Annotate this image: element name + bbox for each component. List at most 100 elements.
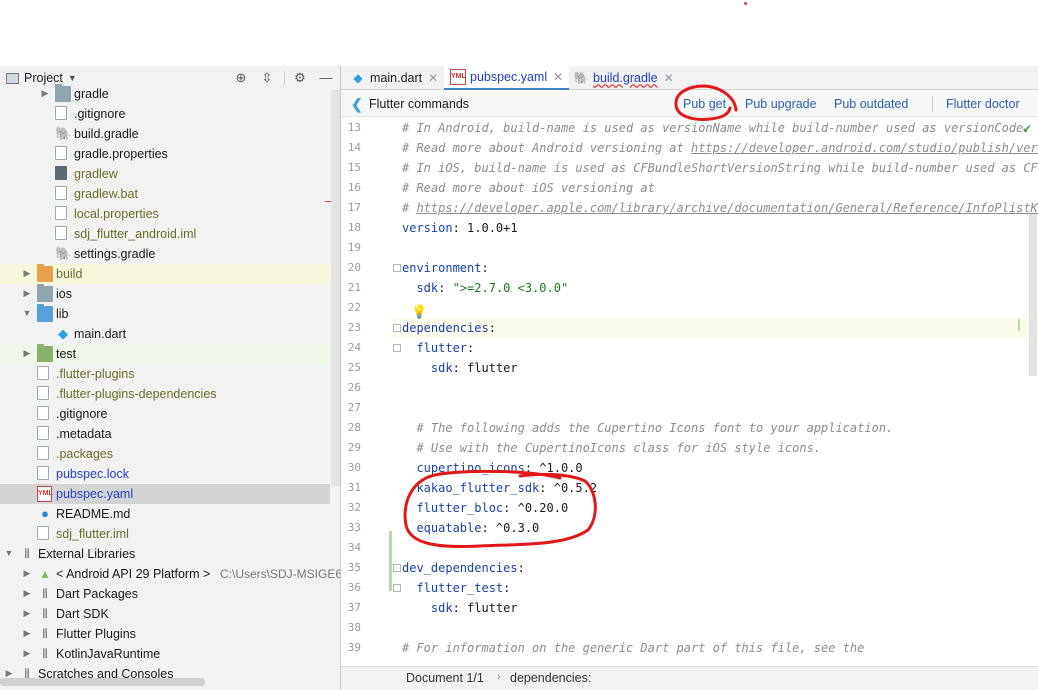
code-line[interactable]: sdk: flutter (393, 358, 1038, 378)
tree-item[interactable]: ▼ lib (0, 304, 330, 324)
tree-item[interactable]: .flutter-plugins-dependencies (0, 384, 330, 404)
tree-item[interactable]: .gitignore (0, 104, 330, 124)
code-line[interactable]: kakao_flutter_sdk: ^0.5.2 (393, 478, 1038, 498)
code-line[interactable] (393, 538, 1038, 558)
tree-item[interactable]: sdj_flutter_android.iml (0, 224, 330, 244)
code-line[interactable]: cupertino_icons: ^1.0.0 (393, 458, 1038, 478)
fold-marker-icon[interactable] (393, 344, 401, 352)
expand-down-icon[interactable]: ▼ (3, 548, 15, 558)
code-line[interactable]: # Use with the CupertinoIcons class for … (393, 438, 1038, 458)
breadcrumb-item[interactable]: dependencies: (510, 671, 591, 685)
document-indicator[interactable]: Document 1/1 (406, 671, 484, 685)
expand-right-icon[interactable]: ▶ (21, 268, 33, 279)
pub-upgrade-link[interactable]: Pub upgrade (745, 97, 817, 111)
code-line[interactable] (393, 238, 1038, 258)
code-line[interactable]: # Read more about Android versioning at … (393, 138, 1038, 158)
tree-item[interactable]: gradle.properties (0, 144, 330, 164)
tree-item[interactable]: ▼ ⫼ External Libraries (0, 544, 330, 564)
tree-item[interactable]: .gitignore (0, 404, 330, 424)
code-line[interactable]: equatable: ^0.3.0 (393, 518, 1038, 538)
tree-item[interactable]: ▶ ⫼ KotlinJavaRuntime (0, 644, 330, 664)
close-icon[interactable]: ✕ (664, 71, 674, 85)
tree-item[interactable]: ◆ main.dart (0, 324, 330, 344)
close-icon[interactable]: ✕ (553, 70, 563, 84)
flutter-doctor-link[interactable]: Flutter doctor (946, 97, 1020, 111)
tree-item[interactable]: local.properties (0, 204, 330, 224)
code-line[interactable] (393, 298, 1038, 318)
close-icon[interactable]: ✕ (428, 71, 438, 85)
expand-right-icon[interactable]: ▶ (21, 608, 33, 619)
tree-item[interactable]: ▶ build (0, 264, 330, 284)
fold-marker-icon[interactable] (393, 264, 401, 272)
code-line[interactable]: dev_dependencies: (393, 558, 1038, 578)
tree-item[interactable]: ▶ ⫼ Dart Packages (0, 584, 330, 604)
vcs-change-marker[interactable] (389, 531, 392, 591)
code-line[interactable]: # https://developer.apple.com/library/ar… (393, 198, 1038, 218)
code-comment[interactable]: https://developer.android.com/studio/pub… (691, 141, 1038, 155)
code-line[interactable]: # In iOS, build-name is used as CFBundle… (393, 158, 1038, 178)
code-line[interactable]: flutter_bloc: ^0.20.0 (393, 498, 1038, 518)
code-line[interactable]: sdk: ">=2.7.0 <3.0.0" (393, 278, 1038, 298)
expand-right-icon[interactable]: ▶ (21, 568, 33, 579)
project-view-selector[interactable]: Project ▼ (6, 71, 77, 85)
editor-vertical-scrollbar[interactable] (1029, 214, 1037, 376)
chevron-down-icon[interactable]: ▼ (68, 73, 77, 83)
tab-pubspec-yaml[interactable]: YML pubspec.yaml ✕ (444, 66, 570, 90)
lightbulb-icon[interactable]: 💡 (411, 305, 427, 319)
tree-item[interactable]: YML pubspec.yaml (0, 484, 330, 504)
tree-item[interactable]: gradlew (0, 164, 330, 184)
expand-right-icon[interactable]: ▶ (39, 88, 51, 99)
tree-item[interactable]: ● README.md (0, 504, 330, 524)
fold-marker-icon[interactable] (393, 324, 401, 332)
code-line[interactable]: # Read more about iOS versioning at (393, 178, 1038, 198)
tree-item[interactable]: 🐘 build.gradle (0, 124, 330, 144)
expand-right-icon[interactable]: ▶ (21, 348, 33, 359)
code-line[interactable]: # The following adds the Cupertino Icons… (393, 418, 1038, 438)
tree-item[interactable]: ▶ test (0, 344, 330, 364)
code-text: : ^0.5.2 (539, 481, 598, 495)
project-horizontal-scrollbar[interactable] (0, 678, 205, 686)
code-line[interactable]: version: 1.0.0+1 (393, 218, 1038, 238)
code-comment: # For information on the generic Dart pa… (402, 641, 865, 655)
expand-right-icon[interactable]: ▶ (21, 628, 33, 639)
tree-item[interactable]: .packages (0, 444, 330, 464)
tree-item[interactable]: ▶ ▲ < Android API 29 Platform > C:\Users\SD… (0, 564, 340, 584)
code-line[interactable] (393, 618, 1038, 638)
pub-get-link[interactable]: Pub get (683, 97, 726, 111)
tree-item[interactable]: ▶ ios (0, 284, 330, 304)
code-editor[interactable]: # In Android, build-name is used as vers… (393, 118, 1038, 668)
code-line[interactable]: environment: (393, 258, 1038, 278)
code-line[interactable]: flutter_test: (393, 578, 1038, 598)
code-line[interactable]: flutter: (393, 338, 1038, 358)
expand-right-icon[interactable]: ▶ (21, 588, 33, 599)
code-line[interactable] (393, 398, 1038, 418)
pub-outdated-link[interactable]: Pub outdated (834, 97, 908, 111)
code-line[interactable]: # In Android, build-name is used as vers… (393, 118, 1038, 138)
tree-item[interactable]: sdj_flutter.iml (0, 524, 330, 544)
code-line[interactable]: # For information on the generic Dart pa… (393, 638, 1038, 658)
fold-marker-icon[interactable] (393, 564, 401, 572)
line-number: 36 (347, 581, 361, 594)
tree-item[interactable]: pubspec.lock (0, 464, 330, 484)
expand-down-icon[interactable]: ▼ (21, 308, 33, 318)
inspection-marker[interactable] (1018, 319, 1020, 331)
expand-right-icon[interactable]: ▶ (21, 648, 33, 659)
expand-right-icon[interactable]: ▶ (21, 288, 33, 299)
fold-marker-icon[interactable] (393, 584, 401, 592)
tree-item[interactable]: .metadata (0, 424, 330, 444)
code-comment[interactable]: https://developer.apple.com/library/arch… (416, 201, 1038, 215)
code-line[interactable]: dependencies: (393, 318, 1038, 338)
tree-item[interactable]: ▶ ⫼ Flutter Plugins (0, 624, 330, 644)
project-vertical-scrollbar[interactable] (331, 90, 340, 486)
module-file-icon (55, 226, 67, 240)
tree-item[interactable]: ▶ gradle (0, 84, 330, 104)
tree-item[interactable]: ▶ ⫼ Dart SDK (0, 604, 330, 624)
code-line[interactable] (393, 378, 1038, 398)
tree-item[interactable]: 🐘 settings.gradle (0, 244, 330, 264)
dart-icon: ◆ (353, 71, 363, 85)
code-line[interactable]: sdk: flutter (393, 598, 1038, 618)
tree-item[interactable]: .flutter-plugins (0, 364, 330, 384)
tab-main-dart[interactable]: ◆ main.dart ✕ (350, 66, 438, 90)
tree-item[interactable]: gradlew.bat (0, 184, 330, 204)
tab-build-gradle[interactable]: 🐘 build.gradle ✕ (573, 66, 674, 90)
